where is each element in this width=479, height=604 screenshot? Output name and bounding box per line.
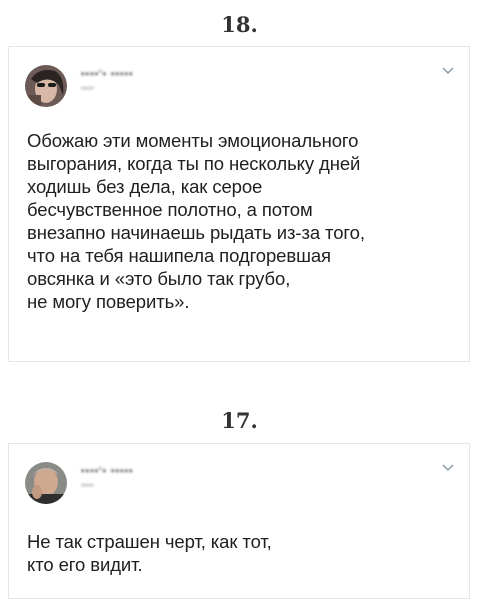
chevron-down-icon[interactable] — [441, 460, 455, 474]
avatar[interactable] — [25, 462, 67, 504]
author-name[interactable]: ▪︎▪︎▪︎▪︎'▪︎ ▪︎▪︎▪︎▪︎▪︎ — [81, 466, 134, 477]
tweet-card: ▪︎▪︎▪︎▪︎'▪︎ ▪︎▪︎▪︎▪︎▪︎ ▪︎▪︎▪︎▪︎ Обожаю э… — [8, 46, 470, 362]
author-name[interactable]: ▪︎▪︎▪︎▪︎'▪︎ ▪︎▪︎▪︎▪︎▪︎ — [81, 69, 134, 80]
avatar[interactable] — [25, 65, 67, 107]
chevron-down-icon[interactable] — [441, 63, 455, 77]
tweet-text: Не так страшен черт, как тот, кто его ви… — [27, 531, 272, 575]
tweet-text: Обожаю эти моменты эмоционального выгора… — [27, 130, 365, 312]
post-number: 18. — [221, 12, 258, 37]
author-handle: ▪︎▪︎▪︎▪︎ — [81, 480, 94, 490]
tweet-card: ▪︎▪︎▪︎▪︎'▪︎ ▪︎▪︎▪︎▪︎▪︎ ▪︎▪︎▪︎▪︎ Не так с… — [8, 443, 470, 599]
author-handle: ▪︎▪︎▪︎▪︎ — [81, 83, 94, 93]
post-number: 17. — [221, 408, 258, 433]
